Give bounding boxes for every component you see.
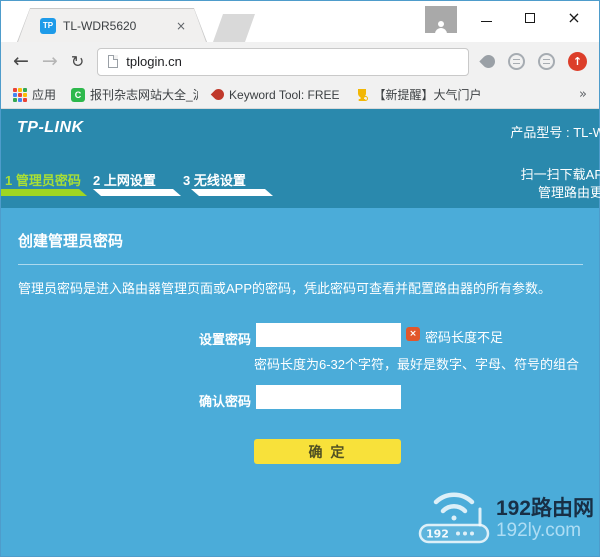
minimize-icon (481, 21, 492, 22)
back-icon[interactable]: ← (13, 52, 29, 71)
url-text[interactable]: tplogin.cn (126, 54, 182, 69)
browser-toolbar: ← → ↻ tplogin.cn ↑ (1, 42, 599, 81)
green-c-favicon-icon: C (71, 88, 85, 102)
lines-icon (543, 59, 550, 64)
person-icon (434, 21, 448, 33)
circle-extension-icon[interactable] (508, 53, 525, 70)
create-password-panel: 创建管理员密码 管理员密码是进入路由器管理页面或APP的密码，凭此密码可查看并配… (1, 208, 599, 556)
apps-grid-icon (13, 88, 27, 102)
confirm-button[interactable]: 确 定 (254, 439, 401, 464)
bookmark-item[interactable]: 【新提醒】大气门户 (355, 86, 482, 103)
product-model-text: 产品型号 : TL-W (510, 122, 600, 141)
tab-close-icon[interactable]: × (176, 19, 186, 33)
error-icon: × (406, 327, 420, 341)
lines-icon (513, 59, 520, 64)
error-message: 密码长度不足 (425, 327, 503, 346)
tp-link-logo: TP-LINK (17, 119, 84, 137)
new-tab-button[interactable] (213, 14, 255, 42)
maximize-icon (525, 13, 535, 23)
password-description: 管理员密码是进入路由器管理页面或APP的密码，凭此密码可查看并配置路由器的所有参… (18, 278, 551, 297)
step-number: 3 (183, 173, 190, 188)
apps-label: 应用 (32, 86, 56, 103)
watermark-site-url: 192ly.com (496, 520, 594, 541)
password-hint: 密码长度为6-32个字符，最好是数字、字母、符号的组合 (254, 354, 579, 373)
step-number: 1 (5, 173, 12, 188)
step-tab-wireless-setup[interactable]: 3 无线设置 (183, 170, 246, 189)
profile-avatar-button[interactable] (425, 6, 457, 33)
bookmark-label: Keyword Tool: FREE (229, 88, 340, 102)
router-page-header: TP-LINK 产品型号 : TL-W 1 管理员密码 2 上网设置 3 无线设… (1, 109, 599, 208)
bookmark-label: 【新提醒】大气门户 (374, 86, 482, 103)
confirm-password-label: 确认密码 (151, 391, 251, 410)
promo-line: 扫一扫下载AP (521, 166, 600, 184)
titlebar: TP TL-WDR5620 × × (1, 1, 599, 42)
step-label: 上网设置 (104, 173, 156, 188)
tab-title: TL-WDR5620 (63, 19, 169, 33)
promo-line: 管理路由更 (521, 184, 600, 202)
bookmark-label: 报刊杂志网站大全_沪 (90, 86, 198, 103)
step-tab-internet-setup[interactable]: 2 上网设置 (93, 170, 156, 189)
step-number: 2 (93, 173, 100, 188)
browser-tab[interactable]: TP TL-WDR5620 × (17, 8, 207, 42)
step-indicator (191, 189, 273, 196)
bookmarks-bar: 应用 C 报刊杂志网站大全_沪 Keyword Tool: FREE 【新提醒】… (1, 81, 599, 109)
reload-icon[interactable]: ↻ (71, 54, 84, 70)
watermark-site-name: 192路由网 (496, 497, 594, 520)
step-indicator-active (1, 189, 87, 196)
maximize-button[interactable] (508, 1, 552, 34)
tab-favicon-icon: TP (40, 18, 56, 34)
minimize-button[interactable] (464, 1, 508, 34)
bookmarks-overflow-icon[interactable]: » (579, 87, 587, 102)
svg-text:192: 192 (426, 528, 449, 541)
bookmark-item[interactable]: Keyword Tool: FREE (213, 88, 340, 102)
close-window-button[interactable]: × (552, 1, 596, 34)
forward-icon[interactable]: → (42, 52, 58, 71)
confirm-password-input[interactable] (256, 385, 401, 409)
step-indicator (93, 189, 181, 196)
browser-window: { "browser": { "tab": { "title": "TL-WDR… (0, 0, 600, 557)
set-password-label: 设置密码 (151, 329, 251, 348)
apps-shortcut[interactable]: 应用 (13, 86, 56, 103)
pen-extension-icon[interactable] (479, 52, 497, 70)
app-download-promo: 扫一扫下载AP 管理路由更 (521, 166, 600, 202)
red-pen-favicon-icon (211, 87, 227, 103)
router-wifi-icon: 192 (416, 489, 494, 549)
page-icon (108, 55, 118, 68)
step-label: 无线设置 (194, 173, 246, 188)
address-bar[interactable]: tplogin.cn (97, 48, 469, 76)
bookmark-item[interactable]: C 报刊杂志网站大全_沪 (71, 86, 198, 103)
watermark: 192 192路由网 192ly.com (416, 489, 594, 549)
step-tab-admin-password[interactable]: 1 管理员密码 (5, 170, 81, 189)
set-password-input[interactable] (256, 323, 401, 347)
panel-title: 创建管理员密码 (18, 230, 123, 251)
divider (18, 264, 583, 265)
setup-steps: 1 管理员密码 2 上网设置 3 无线设置 (1, 170, 599, 204)
trophy-favicon-icon (355, 88, 369, 102)
red-up-arrow-extension-icon[interactable]: ↑ (568, 52, 587, 71)
circle-extension-icon[interactable] (538, 53, 555, 70)
step-label: 管理员密码 (16, 173, 81, 188)
